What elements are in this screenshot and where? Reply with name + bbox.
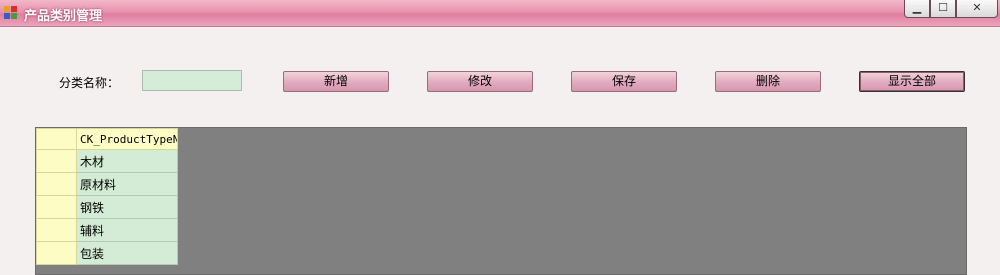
category-name-input[interactable] bbox=[142, 70, 242, 91]
window-title: 产品类别管理 bbox=[24, 9, 103, 24]
row-header[interactable] bbox=[36, 241, 77, 265]
row-header[interactable] bbox=[36, 195, 77, 219]
maximize-icon[interactable]: ☐ bbox=[930, 0, 956, 18]
grid-cell[interactable]: 木材 bbox=[76, 149, 178, 173]
row-header[interactable] bbox=[36, 149, 77, 173]
row-header[interactable] bbox=[36, 172, 77, 196]
grid-table: CK_ProductTypeN: 木材 原材料 钢铁 辅料 包装 bbox=[36, 128, 178, 265]
table-row[interactable]: 木材 bbox=[36, 149, 178, 173]
grid-cell[interactable]: 包装 bbox=[76, 241, 178, 265]
show-all-button[interactable]: 显示全部 bbox=[859, 71, 965, 92]
title-bar[interactable]: 产品类别管理 ▁ ☐ ✕ bbox=[0, 0, 1000, 27]
table-row[interactable]: 包装 bbox=[36, 241, 178, 265]
caption-buttons: ▁ ☐ ✕ bbox=[904, 0, 998, 18]
data-grid[interactable]: CK_ProductTypeN: 木材 原材料 钢铁 辅料 包装 bbox=[35, 127, 967, 275]
row-header[interactable] bbox=[36, 218, 77, 242]
add-button[interactable]: 新增 bbox=[283, 71, 389, 92]
edit-button[interactable]: 修改 bbox=[427, 71, 533, 92]
app-icon bbox=[4, 6, 19, 21]
close-icon[interactable]: ✕ bbox=[956, 0, 998, 18]
grid-cell[interactable]: 原材料 bbox=[76, 172, 178, 196]
table-row[interactable]: 原材料 bbox=[36, 172, 178, 196]
save-button[interactable]: 保存 bbox=[571, 71, 677, 92]
grid-cell[interactable]: 辅料 bbox=[76, 218, 178, 242]
table-row[interactable]: 钢铁 bbox=[36, 195, 178, 219]
grid-corner-header[interactable] bbox=[36, 128, 77, 150]
table-row[interactable]: 辅料 bbox=[36, 218, 178, 242]
category-name-label: 分类名称： bbox=[59, 76, 120, 90]
delete-button[interactable]: 删除 bbox=[715, 71, 821, 92]
grid-cell[interactable]: 钢铁 bbox=[76, 195, 178, 219]
column-header[interactable]: CK_ProductTypeN: bbox=[76, 128, 178, 150]
minimize-icon[interactable]: ▁ bbox=[904, 0, 930, 18]
